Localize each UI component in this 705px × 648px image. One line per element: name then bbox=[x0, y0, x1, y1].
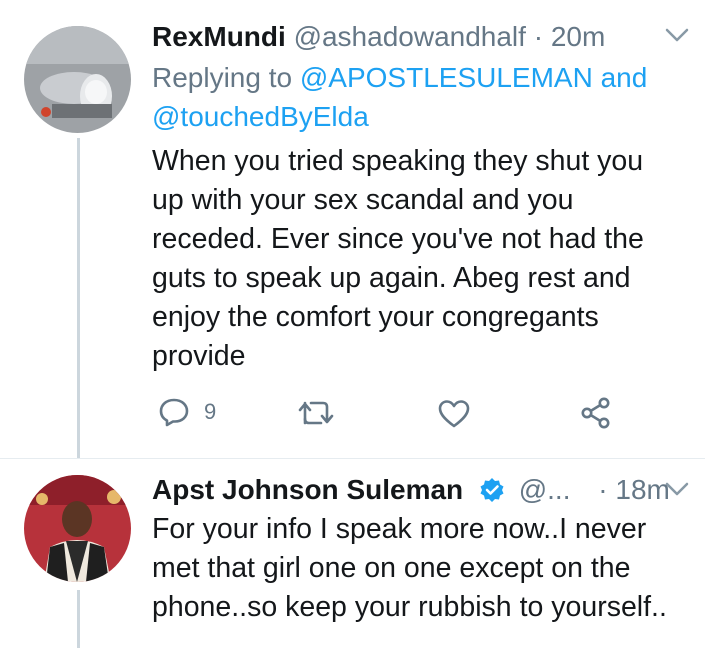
avatar-rexmundi-image bbox=[24, 26, 131, 133]
share-button[interactable] bbox=[580, 397, 612, 429]
chevron-down-icon[interactable] bbox=[664, 480, 690, 503]
timestamp[interactable]: 20m bbox=[551, 21, 605, 52]
user-handle[interactable]: @ashadowandhalf bbox=[294, 21, 526, 52]
tweet-text: When you tried speaking they shut you up… bbox=[152, 145, 644, 372]
mention-apostlesuleman[interactable]: @APOSTLESULEMAN bbox=[300, 62, 593, 93]
thread-line bbox=[77, 138, 80, 458]
verified-badge-icon bbox=[480, 478, 504, 502]
tweet-divider bbox=[0, 458, 705, 459]
separator-dot: · bbox=[533, 21, 544, 52]
share-icon bbox=[581, 397, 610, 429]
retweet-icon bbox=[298, 401, 334, 425]
replying-to-label: Replying to bbox=[152, 62, 293, 93]
tweet-header: Apst Johnson Suleman @... · 18m bbox=[152, 473, 670, 507]
timestamp[interactable]: 18m bbox=[615, 474, 669, 505]
separator-dot: · bbox=[598, 474, 608, 505]
user-handle[interactable]: @... bbox=[519, 474, 571, 505]
reply-button[interactable]: 9 bbox=[158, 397, 216, 427]
mention-and[interactable]: and bbox=[601, 62, 648, 93]
avatar-apst-johnson-suleman[interactable] bbox=[24, 475, 131, 582]
chevron-down-icon[interactable] bbox=[664, 26, 690, 49]
avatar-suleman-image bbox=[24, 475, 131, 582]
mention-touchedbyelda[interactable]: @touchedByElda bbox=[152, 101, 369, 132]
like-button[interactable] bbox=[438, 399, 470, 429]
thread-line-bottom bbox=[77, 590, 80, 648]
retweet-button[interactable] bbox=[297, 399, 335, 427]
display-name[interactable]: Apst Johnson Suleman bbox=[152, 474, 463, 505]
avatar-rexmundi[interactable] bbox=[24, 26, 131, 133]
tweet-header: RexMundi @ashadowandhalf · 20m bbox=[152, 20, 605, 54]
like-icon bbox=[438, 400, 470, 428]
reply-count: 9 bbox=[204, 399, 217, 424]
tweet-text: For your info I speak more now..I never … bbox=[152, 513, 667, 623]
reply-icon bbox=[159, 398, 189, 427]
replying-to: Replying to @APOSTLESULEMAN and @touched… bbox=[152, 58, 647, 136]
display-name[interactable]: RexMundi bbox=[152, 21, 286, 52]
